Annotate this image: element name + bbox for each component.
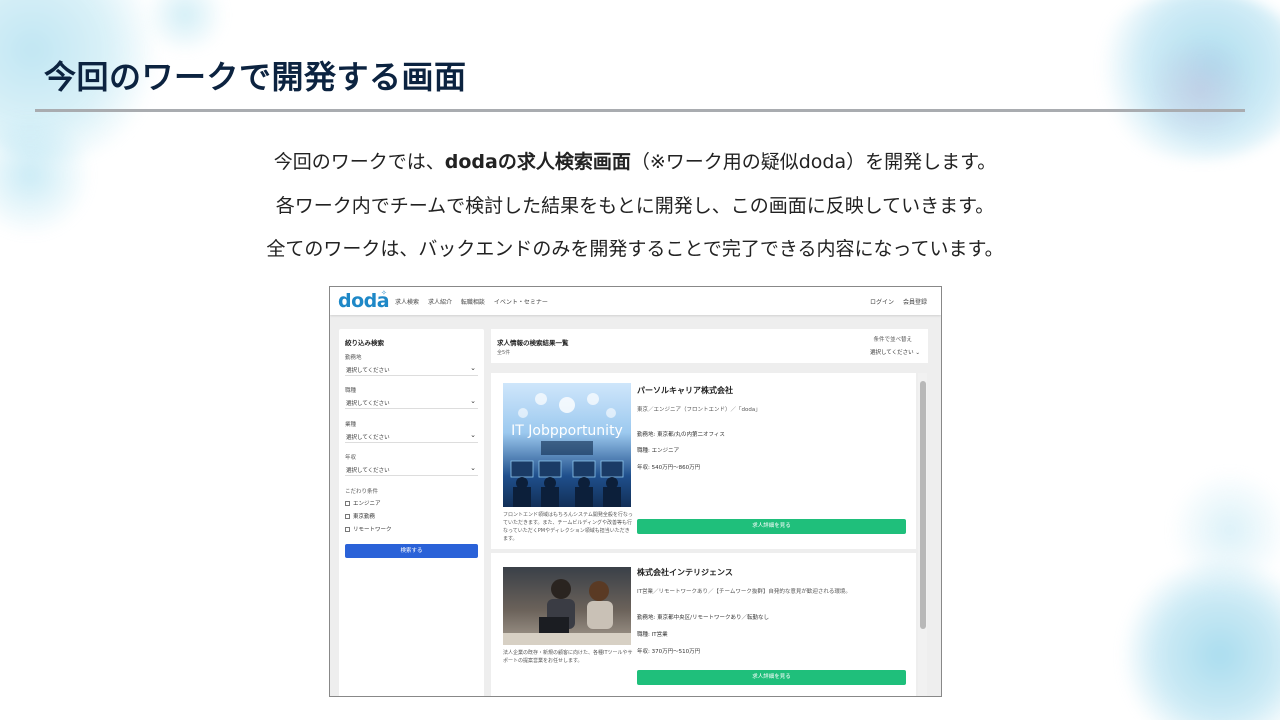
app-screenshot: doda ✧ 求人検索 求人紹介 転職相談 イベント・セミナー ログイン 会員登… [329, 286, 942, 697]
checkbox-tokyo[interactable]: 東京勤務 [345, 512, 375, 520]
intro-line-1: 今回のワークでは、dodaの求人検索画面（※ワーク用の疑似doda）を開発します… [0, 147, 1270, 174]
industry-select[interactable]: 選択してください ⌄ [345, 431, 478, 443]
job-location: 勤務地: 東京都中央区/リモートワークあり／転勤なし [637, 615, 769, 621]
filter-panel: 絞り込み検索 勤務地 選択してください ⌄ 職種 選択してください ⌄ 業種 選… [339, 329, 484, 696]
search-button[interactable]: 検索する [345, 544, 478, 558]
intro-line-2: 各ワーク内でチームで検討した結果をもとに開発し、この画面に反映していきます。 [275, 195, 995, 217]
results-list: IT Jobpportunity フロントエンド領域はもちろんシステム開発全般を… [491, 373, 928, 696]
header-bar: doda ✧ 求人検索 求人紹介 転職相談 イベント・セミナー ログイン 会員登… [330, 287, 941, 315]
auth-links: ログイン 会員登録 [863, 297, 927, 306]
checkbox-icon [345, 514, 350, 519]
job-tags: IT営業／リモートワークあり／【チームワーク抜群】自発的な意見が歓迎される環境。 [637, 589, 851, 595]
image-text: IT Jobpportunity [511, 423, 623, 439]
nav-item-events[interactable]: イベント・セミナー [494, 299, 548, 306]
checkbox-label: 東京勤務 [353, 514, 376, 520]
intro-text: 今回のワークでは、 [273, 151, 445, 173]
job-detail-button[interactable]: 求人詳細を見る [637, 519, 906, 534]
job-role: 職種: IT営業 [637, 632, 668, 638]
nav-item-consultation[interactable]: 転職相談 [461, 299, 485, 306]
salary-select[interactable]: 選択してください ⌄ [345, 464, 478, 476]
logo-mark-icon: ✧ [381, 289, 387, 297]
select-value: 選択してください [346, 368, 390, 374]
company-name: 株式会社インテリジェンス [637, 568, 733, 577]
intro-line-3: 全てのワークは、バックエンドのみを開発することで完了できる内容になっています。 [266, 238, 1004, 260]
scrollbar-thumb[interactable] [920, 381, 926, 629]
job-detail-button[interactable]: 求人詳細を見る [637, 670, 906, 685]
job-image [503, 567, 631, 645]
select-value: 選択してください [346, 435, 390, 441]
sort-value: 選択してください [869, 350, 914, 356]
job-role: 職種: エンジニア [637, 448, 680, 454]
job-description: 法人企業の既存・新規の顧客に向けた、各種ITツールやサポートの提案営業をお任せし… [503, 650, 633, 664]
slide-title: 今回のワークで開発する画面 [44, 58, 467, 96]
nav-item-job-referral[interactable]: 求人紹介 [428, 299, 452, 306]
job-type-label: 職種 [345, 388, 357, 394]
checkbox-icon [345, 501, 350, 506]
intro-emphasis: dodaの求人検索画面 [444, 151, 631, 173]
job-card: 法人企業の既存・新規の顧客に向けた、各種ITツールやサポートの提案営業をお任せし… [491, 553, 916, 696]
select-value: 選択してください [346, 401, 390, 407]
industry-label: 業種 [345, 422, 357, 428]
location-select[interactable]: 選択してください ⌄ [345, 364, 478, 376]
chevron-down-icon: ⌄ [470, 397, 476, 405]
chevron-down-icon: ⌄ [915, 350, 920, 356]
job-location: 勤務地: 東京都/丸の内第二オフィス [637, 432, 725, 438]
conditions-label: こだわり条件 [345, 489, 379, 495]
job-card: IT Jobpportunity フロントエンド領域はもちろんシステム開発全般を… [491, 373, 916, 549]
main-nav: 求人検索 求人紹介 転職相談 イベント・セミナー [395, 297, 555, 306]
salary-label: 年収 [345, 455, 357, 461]
location-label: 勤務地 [345, 355, 362, 361]
results-title: 求人情報の検索結果一覧 [497, 339, 569, 347]
job-salary: 年収: 370万円〜510万円 [637, 649, 701, 655]
job-image: IT Jobpportunity [503, 383, 631, 507]
job-type-select[interactable]: 選択してください ⌄ [345, 397, 478, 409]
checkbox-engineer[interactable]: エンジニア [345, 499, 381, 507]
sort-select[interactable]: 選択してください ⌄ [870, 348, 920, 356]
results-header: 求人情報の検索結果一覧 全5件 条件で並べ替え 選択してください ⌄ [491, 329, 928, 363]
register-link[interactable]: 会員登録 [903, 299, 927, 306]
checkbox-icon [345, 527, 350, 532]
title-divider [35, 109, 1245, 112]
select-value: 選択してください [346, 468, 390, 474]
checkbox-label: エンジニア [353, 501, 381, 507]
sort-label: 条件で並べ替え [873, 337, 912, 343]
intro-text: （※ワーク用の疑似doda）を開発します。 [630, 151, 997, 173]
office-photo [503, 579, 631, 645]
checkbox-remote[interactable]: リモートワーク [345, 525, 392, 533]
it-illustration: IT Jobpportunity [510, 393, 624, 507]
company-name: パーソルキャリア株式会社 [637, 386, 733, 395]
chevron-down-icon: ⌄ [470, 464, 476, 472]
nav-item-job-search[interactable]: 求人検索 [395, 299, 419, 306]
checkbox-label: リモートワーク [353, 527, 392, 533]
job-description: フロントエンド領域はもちろんシステム開発全般を行なっていただきます。また、チーム… [503, 512, 633, 542]
filter-title: 絞り込み検索 [345, 339, 384, 347]
watercolor-decoration [1170, 470, 1280, 590]
watercolor-decoration [1140, 40, 1260, 140]
chevron-down-icon: ⌄ [470, 431, 476, 439]
results-count: 全5件 [497, 350, 511, 356]
chevron-down-icon: ⌄ [470, 364, 476, 372]
job-salary: 年収: 540万円〜860万円 [637, 465, 701, 471]
login-link[interactable]: ログイン [870, 299, 894, 306]
job-tags: 東京／エンジニア（フロントエンド）／「doda」 [637, 407, 761, 413]
